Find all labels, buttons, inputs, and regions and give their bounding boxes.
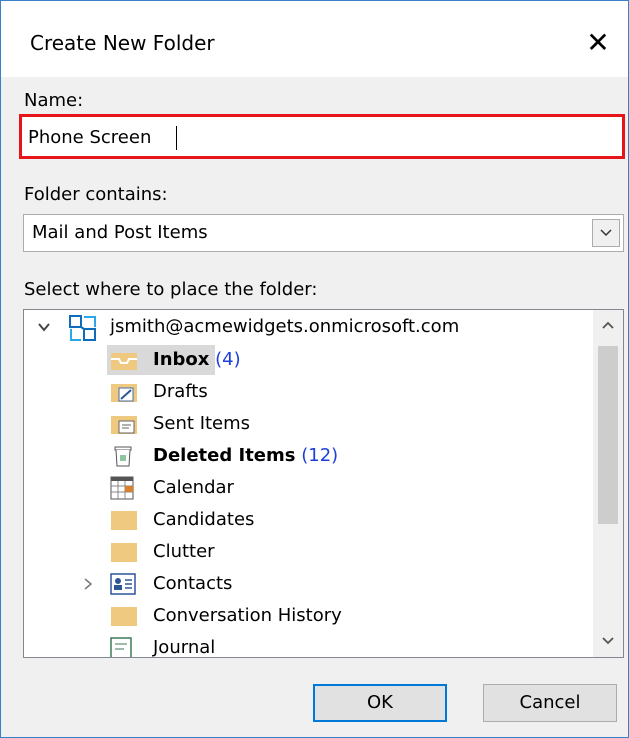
- ok-button[interactable]: OK: [313, 684, 447, 722]
- tree-item-drafts[interactable]: Drafts: [24, 376, 589, 408]
- close-icon[interactable]: ✕: [580, 25, 616, 61]
- tree-item-deleted-items[interactable]: Deleted Items (12): [24, 440, 589, 472]
- tree-item-contacts[interactable]: Contacts: [24, 568, 589, 600]
- calendar-label: Calendar: [153, 477, 234, 498]
- contacts-icon: [110, 573, 136, 595]
- deleted-items-count: (12): [301, 445, 339, 466]
- chevron-down-icon[interactable]: [37, 320, 51, 334]
- sent-items-icon: [111, 416, 137, 434]
- journal-icon: [110, 637, 132, 657]
- deleted-items-label: Deleted Items: [153, 445, 296, 466]
- folder-contains-label: Folder contains:: [24, 184, 168, 205]
- tree-item-conversation-history[interactable]: Conversation History: [24, 600, 589, 632]
- name-value: Phone Screen: [28, 127, 152, 148]
- calendar-icon: [110, 476, 134, 500]
- folder-tree[interactable]: jsmith@acmewidgets.onmicrosoft.com Inbox…: [23, 309, 624, 658]
- tree-item-inbox[interactable]: Inbox (4): [24, 344, 589, 376]
- trash-icon: [114, 446, 132, 467]
- tree-item-candidates[interactable]: Candidates: [24, 504, 589, 536]
- tree-account-row[interactable]: jsmith@acmewidgets.onmicrosoft.com: [24, 311, 589, 343]
- chevron-right-icon[interactable]: [82, 577, 94, 591]
- exchange-account-icon: [69, 315, 96, 341]
- tree-item-clutter[interactable]: Clutter: [24, 536, 589, 568]
- scroll-down-icon[interactable]: [601, 636, 615, 646]
- create-folder-dialog: Create New Folder ✕ Name: Phone Screen F…: [0, 0, 629, 738]
- inbox-count: (4): [215, 349, 241, 370]
- tree-item-sent-items[interactable]: Sent Items: [24, 408, 589, 440]
- title-bar: Create New Folder ✕: [1, 1, 628, 77]
- name-label: Name:: [24, 90, 84, 111]
- folder-contains-value: Mail and Post Items: [32, 222, 208, 243]
- journal-label: Journal: [153, 637, 216, 658]
- drafts-label: Drafts: [153, 381, 208, 402]
- candidates-label: Candidates: [153, 509, 255, 530]
- inbox-label: Inbox: [153, 349, 210, 370]
- inbox-icon: [111, 353, 137, 370]
- cancel-button[interactable]: Cancel: [483, 684, 617, 722]
- sent-items-label: Sent Items: [153, 413, 251, 434]
- folder-icon: [111, 607, 137, 626]
- drafts-icon: [111, 384, 137, 402]
- folder-icon: [111, 543, 137, 562]
- scrollbar-thumb[interactable]: [598, 346, 618, 524]
- conversation-history-label: Conversation History: [153, 605, 342, 626]
- name-input[interactable]: Phone Screen: [19, 114, 625, 159]
- folder-contains-select[interactable]: Mail and Post Items: [23, 214, 624, 252]
- text-caret: [176, 126, 177, 150]
- tree-item-journal[interactable]: Journal: [24, 632, 589, 658]
- folder-icon: [111, 511, 137, 530]
- scroll-up-icon[interactable]: [601, 320, 615, 330]
- chevron-down-icon[interactable]: [592, 219, 620, 247]
- tree-item-calendar[interactable]: Calendar: [24, 472, 589, 504]
- place-label: Select where to place the folder:: [24, 279, 318, 300]
- contacts-label: Contacts: [153, 573, 233, 594]
- clutter-label: Clutter: [153, 541, 215, 562]
- account-label: jsmith@acmewidgets.onmicrosoft.com: [110, 316, 460, 337]
- dialog-title: Create New Folder: [30, 31, 215, 55]
- tree-scrollbar[interactable]: [593, 310, 623, 657]
